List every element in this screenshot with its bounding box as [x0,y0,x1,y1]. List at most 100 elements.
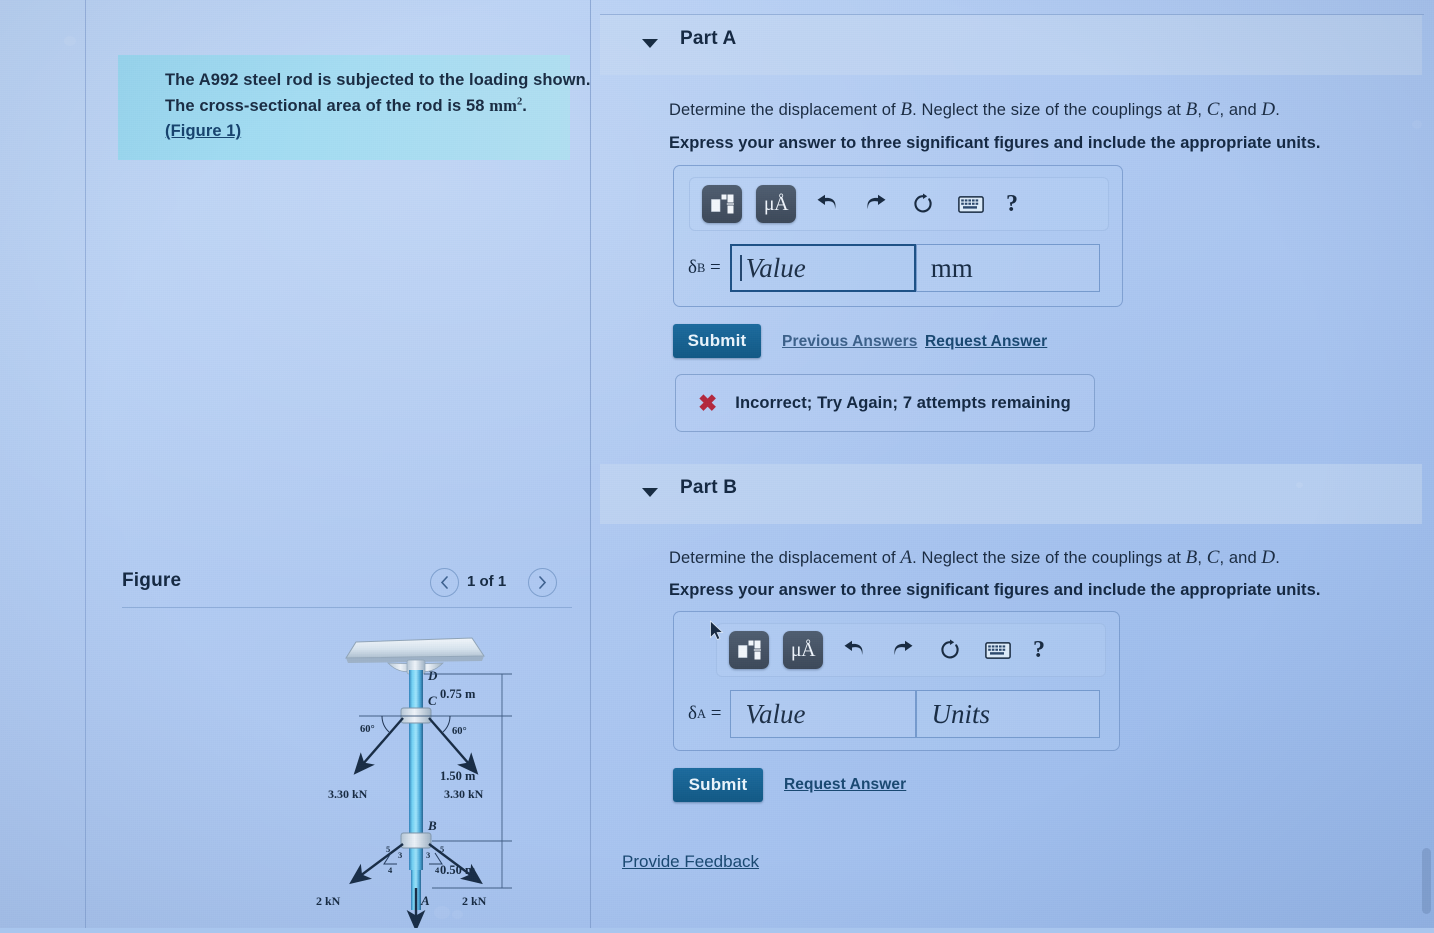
mu-angstrom-icon[interactable]: μÅ [783,631,823,669]
part-b-value-input[interactable]: Value [730,690,917,738]
part-b-subscript: A [696,706,706,721]
dimension-d-to-c: 0.75 m [440,687,476,701]
part-a-toolbar: μÅ ? [689,177,1109,231]
part-b-toolbar: μÅ ? [716,623,1106,677]
keyboard-glyph [958,195,984,213]
question-mark-icon[interactable]: ? [1002,191,1018,218]
part-b-request-answer-link[interactable]: Request Answer [784,776,906,794]
part-b-q-v1: B [1185,547,1198,568]
dimension-c-to-b: 1.50 m [440,769,476,783]
part-b-units-input[interactable]: Units [916,690,1101,738]
provide-feedback-link[interactable]: Provide Feedback [622,852,759,872]
part-a-q-pre: Determine the displacement of [669,101,901,119]
mu-angstrom-glyph: μÅ [790,638,816,661]
part-b-q-mid: . Neglect the size of the couplings at [912,549,1186,567]
slope-hyp-left: 5 [386,844,390,854]
part-a-q-v1: B [1185,99,1198,120]
part-b-q-end: . [1275,549,1280,567]
area-unit: mm [489,96,517,116]
reset-glyph [941,639,959,659]
problem-line-2: The cross-sectional area of the rod is 5… [165,93,554,119]
figure-counter: 1 of 1 [467,573,507,590]
part-a-q-mid: . Neglect the size of the couplings at [912,101,1186,119]
vertical-scrollbar-thumb[interactable] [1422,848,1431,914]
redo-arrow-icon[interactable] [885,633,919,667]
part-b-q-sep2: , and [1219,549,1262,567]
keyboard-icon[interactable] [954,187,988,221]
force-c-right-label: 3.30 kN [444,787,484,801]
part-b-question: Determine the displacement of A. Neglect… [669,547,1280,569]
coupling-b [400,832,432,849]
math-template-glyph [710,194,734,213]
part-a-q-v3: D [1261,99,1276,120]
part-a-q-sep2: , and [1219,101,1262,119]
problem-line-2-pre: The cross-sectional area of the rod is 5… [165,97,490,116]
part-b-instruction: Express your answer to three significant… [669,581,1321,599]
math-template-icon[interactable] [729,631,769,669]
part-b-q-v3: D [1261,547,1276,568]
part-b-label: Part B [680,477,738,498]
coupling-c [400,707,432,724]
redo-glyph [866,194,885,209]
problem-statement: The A992 steel rod is subjected to the l… [118,55,591,161]
part-b-units-placeholder: Units [931,698,990,729]
reset-circular-arrow-icon[interactable] [906,187,940,221]
force-c-left-label: 3.30 kN [328,787,368,801]
redo-arrow-icon[interactable] [858,187,892,221]
part-b-collapse-caret[interactable] [642,488,658,497]
part-a-submit-button[interactable]: Submit [673,324,761,358]
part-a-label: Part A [680,28,737,49]
problem-panel: The A992 steel rod is subjected to the l… [86,0,591,932]
part-a-units-input[interactable]: mm [915,244,1100,292]
undo-arrow-icon[interactable] [837,633,871,667]
part-a-instruction: Express your answer to three significant… [669,134,1321,152]
undo-glyph [844,640,863,655]
part-a-value-input[interactable]: Value [729,244,916,292]
part-b-equals: = [710,703,722,724]
redo-glyph [893,640,912,655]
answer-panel: Part A Determine the displacement of B. … [591,0,1434,928]
figure-1-link[interactable]: (Figure 1) [165,122,241,140]
label-point-b: B [427,818,437,833]
label-point-a: A [420,893,430,908]
problem-line-2-post: . [522,97,527,116]
part-a-feedback-text: Incorrect; Try Again; 7 attempts remaini… [735,393,1071,412]
part-b-q-sep1: , [1197,549,1207,567]
chevron-right-icon [539,576,547,589]
undo-arrow-icon[interactable] [810,187,844,221]
math-template-icon[interactable] [702,185,742,223]
part-a-units-text: mm [930,252,973,283]
part-a-delta: δ [688,257,697,278]
keyboard-icon[interactable] [981,633,1015,667]
part-a-q-end: . [1275,101,1280,119]
question-mark-icon[interactable]: ? [1029,637,1045,664]
figure-header: Figure 1 of 1 [122,565,572,605]
force-b-right-label: 2 kN [462,894,487,908]
force-b-left-label: 2 kN [316,894,341,908]
slope-rise-left: 3 [398,850,402,860]
part-b-header-band[interactable]: Part B [600,464,1422,524]
part-b-q-var: A [900,547,913,568]
part-a-field-row: δB = Value mm [688,244,1100,292]
figure-next-button[interactable] [528,568,557,597]
reset-circular-arrow-icon[interactable] [933,633,967,667]
part-b-submit-button[interactable]: Submit [673,768,763,802]
part-a-previous-answers-link[interactable]: Previous Answers [782,333,917,351]
part-a-value-placeholder: Value [745,252,806,283]
mu-angstrom-glyph: μÅ [763,192,789,215]
part-a-feedback-box: ✖ Incorrect; Try Again; 7 attempts remai… [675,374,1095,432]
figure-diagram[interactable]: D C B A 0.75 m 1.50 m 0.50 m 60° 60° 3.3… [304,620,569,932]
keyboard-glyph [985,641,1011,659]
part-a-request-answer-link[interactable]: Request Answer [925,333,1047,351]
reset-glyph [914,193,932,213]
part-a-answer-symbol: δB = [688,244,730,292]
part-b-q-v2: C [1206,547,1220,568]
slope-run-left: 4 [388,865,393,875]
problem-line-1: The A992 steel rod is subjected to the l… [165,71,591,89]
part-a-header-band[interactable]: Part A [600,15,1422,75]
figure-prev-button[interactable] [430,568,459,597]
part-a-collapse-caret[interactable] [642,39,658,48]
red-x-icon: ✖ [698,389,718,416]
angle-c-left: 60° [360,724,375,735]
mu-angstrom-icon[interactable]: μÅ [756,185,796,223]
